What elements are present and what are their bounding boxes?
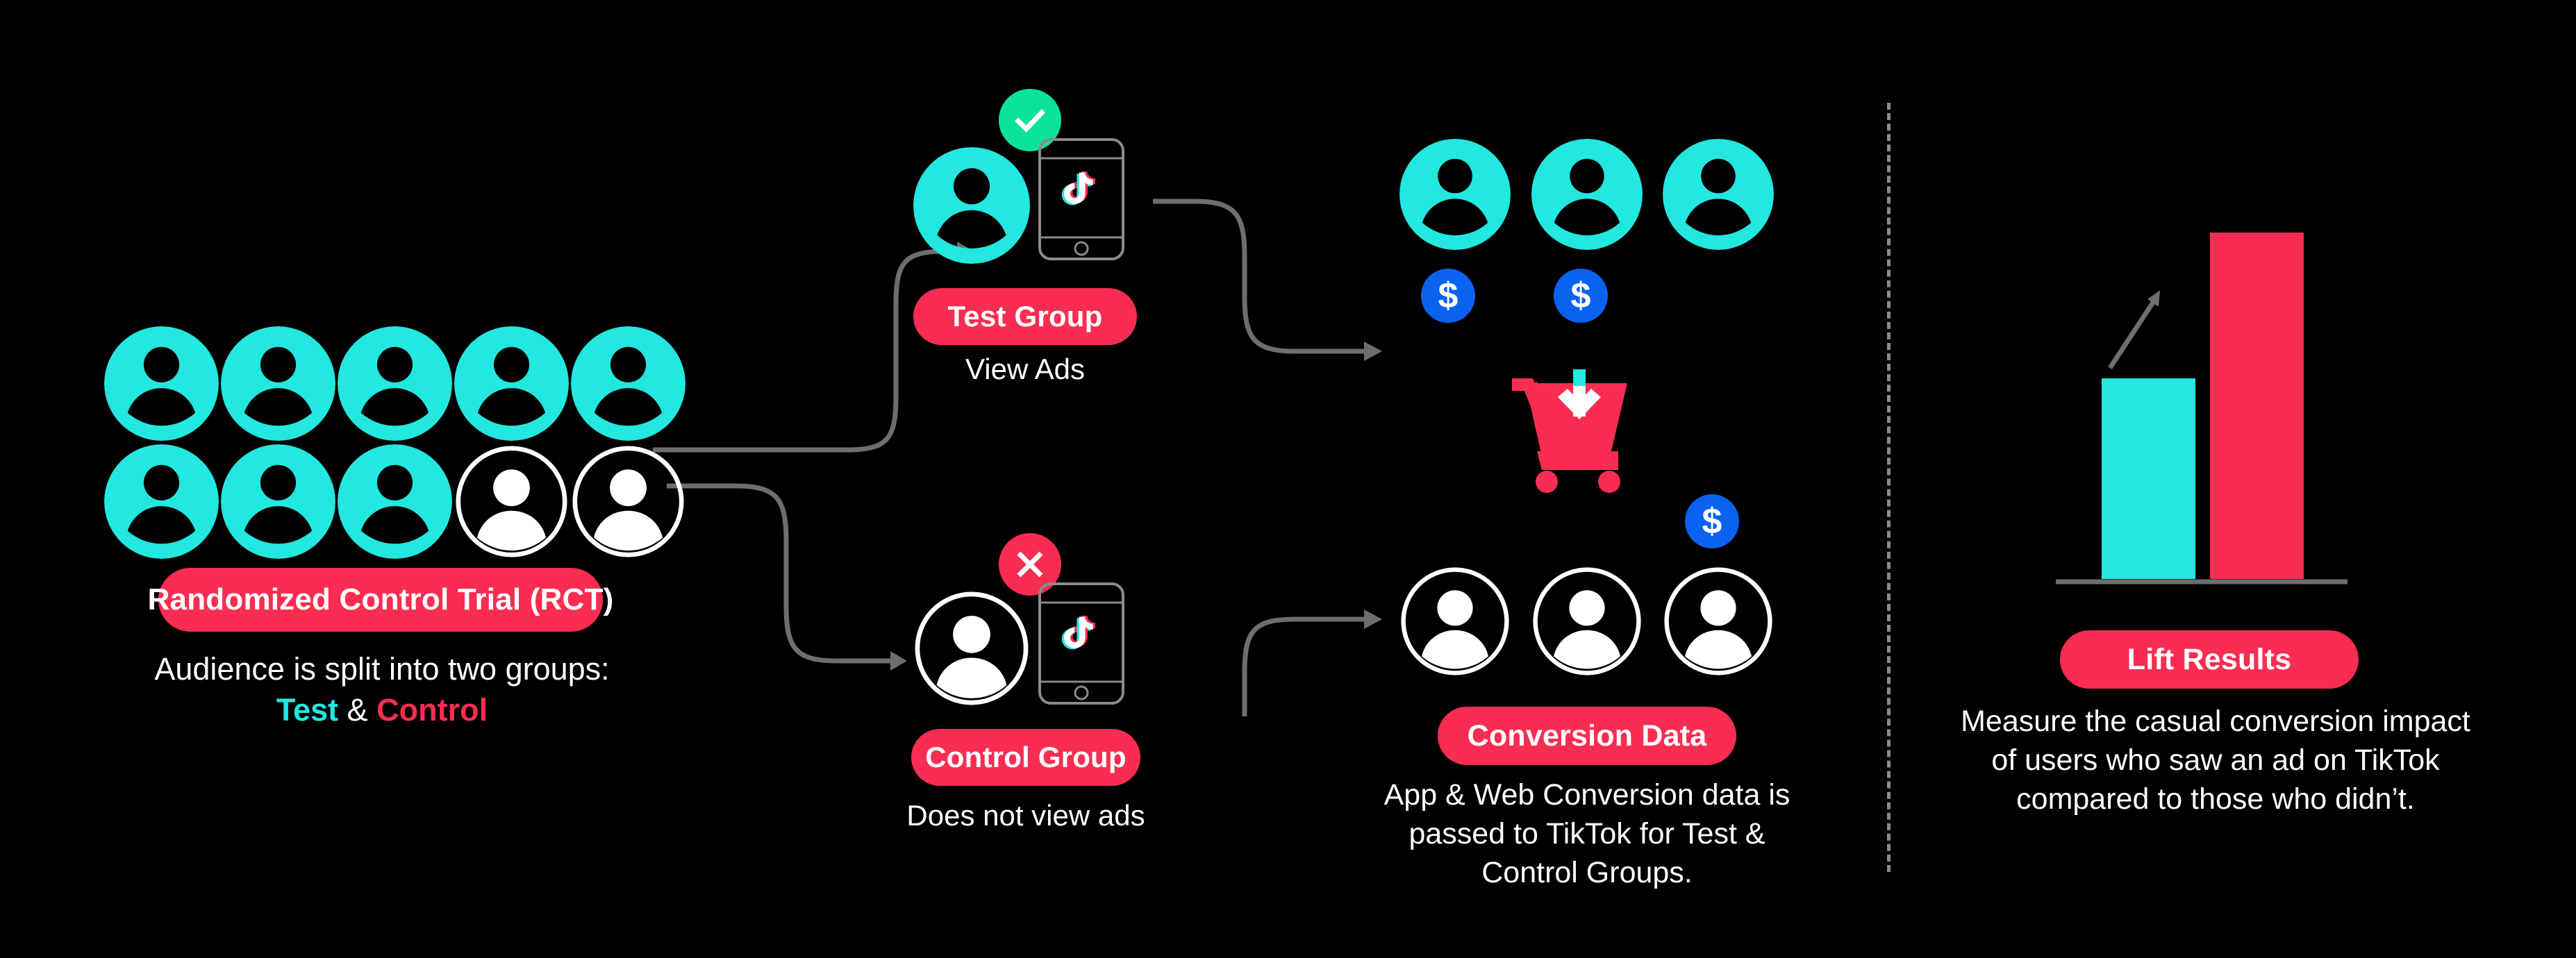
test-group-pill[interactable]: Test Group — [913, 288, 1137, 345]
caption-amp: & — [338, 691, 377, 728]
conversion-avatar-outline — [1399, 566, 1511, 677]
conversion-avatar-cyan — [1399, 139, 1511, 250]
section-divider — [1887, 103, 1891, 872]
test-group-phone-tiktok — [1038, 137, 1125, 261]
audience-avatar-outline — [571, 444, 685, 559]
audience-avatar-cyan — [104, 444, 219, 559]
test-group-pill-label: Test Group — [947, 300, 1103, 333]
connector-test-to-conversion — [1153, 199, 1382, 361]
conversion-data-pill-label: Conversion Data — [1467, 718, 1707, 753]
audience-caption-line1: Audience is split into two groups: — [154, 651, 610, 687]
conversion-data-pill[interactable]: Conversion Data — [1438, 707, 1736, 765]
control-group-avatar — [913, 590, 1030, 707]
audience-avatar-cyan — [104, 326, 219, 441]
lift-results-pill[interactable]: Lift Results — [2060, 630, 2359, 689]
conversion-avatar-cyan — [1531, 139, 1643, 250]
audience-avatar-outline — [454, 444, 569, 559]
audience-caption-line2: Test & Control — [49, 690, 715, 731]
money-badge: $ — [1685, 494, 1739, 548]
bar-test — [2210, 233, 2304, 579]
conversion-avatar-cyan — [1663, 139, 1774, 250]
bar-control — [2102, 378, 2195, 579]
test-group-caption: View Ads — [965, 353, 1085, 385]
money-badge: $ — [1554, 269, 1608, 323]
audience-avatar-cyan — [221, 326, 335, 441]
rct-pill[interactable]: Randomized Control Trial (RCT) — [148, 568, 613, 632]
audience-caption: Audience is split into two groups: Test … — [49, 649, 715, 730]
control-group-caption: Does not view ads — [906, 799, 1145, 832]
control-group-pill-label: Control Group — [925, 741, 1127, 773]
audience-avatar-cyan — [338, 444, 452, 559]
audience-avatar-cyan — [454, 326, 569, 441]
audience-avatar-cyan — [338, 326, 452, 441]
shopping-cart-download-icon — [1504, 354, 1650, 494]
control-group-phone-tiktok — [1038, 582, 1125, 705]
audience-avatar-cyan — [571, 326, 685, 441]
lift-results-pill-label: Lift Results — [2127, 642, 2292, 676]
conversion-avatar-outline — [1663, 566, 1774, 677]
conversion-caption: App & Web Conversion data is passed to T… — [1383, 778, 1790, 889]
conversion-avatar-outline — [1531, 566, 1643, 677]
audience-avatar-cyan — [221, 444, 335, 559]
test-group-avatar — [913, 147, 1030, 264]
infographic-canvas: Randomized Control Trial (RCT) Audience … — [0, 0, 2576, 958]
control-group-pill[interactable]: Control Group — [911, 729, 1140, 786]
lift-caption: Measure the casual conversion impact of … — [1961, 705, 2470, 816]
caption-test-word: Test — [276, 691, 339, 728]
money-badge: $ — [1421, 269, 1475, 323]
connector-control-to-conversion — [1242, 610, 1382, 716]
caption-control-word: Control — [376, 691, 488, 728]
lift-bar-chart — [2056, 229, 2354, 590]
rct-pill-label: Randomized Control Trial (RCT) — [147, 582, 614, 616]
